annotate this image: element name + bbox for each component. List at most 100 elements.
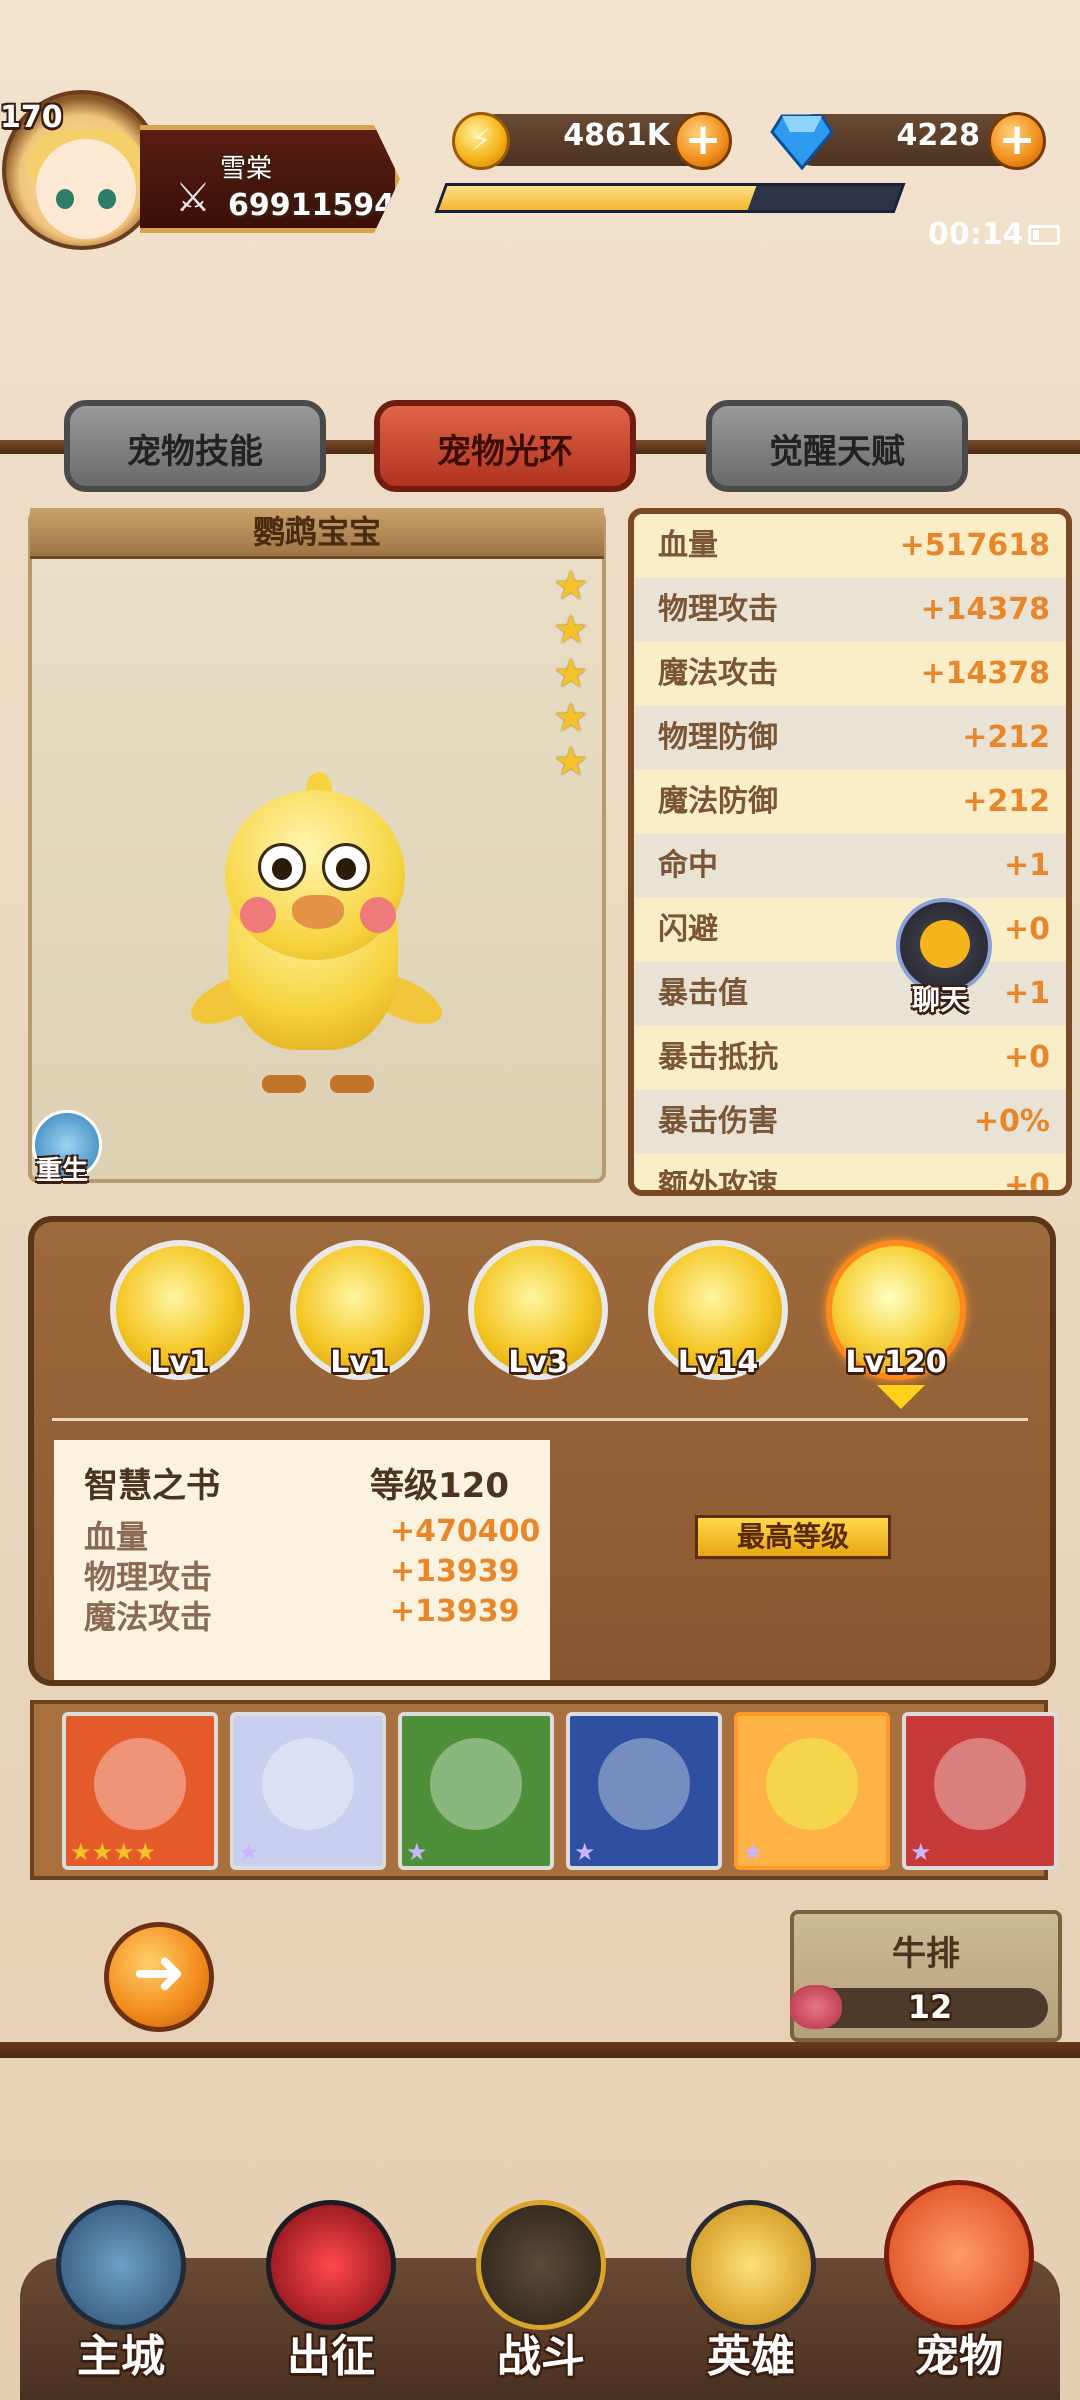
star-icon: ★ xyxy=(553,695,589,741)
pet-card-stars: ★★★★ xyxy=(70,1838,157,1866)
crossed-swords-icon: ⚔ xyxy=(175,175,211,221)
pet-card-stars: ★ xyxy=(238,1838,260,1866)
pet-card-stars: ★ xyxy=(742,1838,764,1866)
stat-value: +0 xyxy=(1003,1040,1050,1075)
red-gem-icon[interactable] xyxy=(266,2200,396,2330)
aura-stat-value: +13939 xyxy=(390,1594,520,1629)
stat-row: 闪避 +0 xyxy=(634,898,1066,962)
add-gold-button[interactable]: + xyxy=(674,112,732,170)
steak-label: 牛排 xyxy=(892,1934,960,1974)
panda-pet-card[interactable]: ★ xyxy=(398,1712,554,1870)
black-dragon-icon xyxy=(598,1738,690,1830)
stat-label: 物理防御 xyxy=(658,720,778,755)
nav-heroes[interactable]: 英雄 xyxy=(666,2320,836,2384)
back-button[interactable]: ➜ xyxy=(104,1922,214,2032)
castle-icon[interactable] xyxy=(56,2200,186,2330)
nav-expedition[interactable]: 出征 xyxy=(246,2320,416,2384)
avatar-eye-right xyxy=(98,189,116,209)
aura-stat-value: +13939 xyxy=(390,1554,520,1589)
white-cat-pet-card[interactable]: ★ xyxy=(230,1712,386,1870)
rebirth-label[interactable]: 重生 xyxy=(36,1150,88,1187)
avatar-eye-left xyxy=(56,189,74,209)
pet-card-stars: ★ xyxy=(406,1838,428,1866)
stat-row: 额外攻速 +0 xyxy=(634,1154,1066,1196)
stat-value: +0% xyxy=(973,1104,1050,1139)
chat-label[interactable]: 聊天 xyxy=(912,978,968,1018)
selected-aura-arrow-icon xyxy=(877,1385,925,1409)
stat-label: 暴击抵抗 xyxy=(658,1040,778,1075)
stat-label: 物理攻击 xyxy=(658,592,778,627)
stat-row: 暴击抵抗 +0 xyxy=(634,1026,1066,1090)
stat-row: 物理攻击 +14378 xyxy=(634,578,1066,642)
gold-amount: 4861K xyxy=(563,118,670,153)
stat-value: +0 xyxy=(1003,1168,1050,1196)
aura-level-text: 等级120 xyxy=(370,1466,509,1506)
aura-level: Lv1 xyxy=(150,1345,210,1380)
stat-value: +14378 xyxy=(920,656,1050,691)
diamond-icon xyxy=(770,114,834,170)
stat-row: 命中 +1 xyxy=(634,834,1066,898)
white-cat-icon xyxy=(262,1738,354,1830)
player-name: 雪棠 xyxy=(220,154,273,184)
stat-value: +517618 xyxy=(899,528,1050,563)
stat-value: +1 xyxy=(1003,976,1050,1011)
stat-label: 魔法防御 xyxy=(658,784,778,819)
pet-beak xyxy=(292,895,344,929)
bottom-divider xyxy=(0,2042,1080,2058)
tab-awaken-talent[interactable]: 觉醒天赋 xyxy=(706,400,968,492)
stat-row: 血量 +517618 xyxy=(634,514,1066,578)
aura-stat-label: 魔法攻击 xyxy=(84,1598,213,1636)
stat-label: 魔法攻击 xyxy=(658,656,778,691)
nav-main-city[interactable]: 主城 xyxy=(36,2320,206,2384)
stat-label: 命中 xyxy=(658,848,718,883)
star-icon: ★ xyxy=(553,607,589,653)
pet-foot-right xyxy=(330,1075,374,1093)
star-icon: ★ xyxy=(553,563,589,609)
yellow-chick-icon xyxy=(766,1738,858,1830)
clock: 00:14 xyxy=(928,217,1024,252)
tab-pet-skills[interactable]: 宠物技能 xyxy=(64,400,326,492)
yellow-chick-pet-card[interactable]: ★ xyxy=(734,1712,890,1870)
pet-model[interactable] xyxy=(225,790,405,960)
golden-helmet-icon[interactable] xyxy=(686,2200,816,2330)
stat-row: 物理防御 +212 xyxy=(634,706,1066,770)
stat-label: 额外攻速 xyxy=(658,1168,778,1196)
red-dragon-pet-card[interactable]: ★★★★ xyxy=(62,1712,218,1870)
combat-power: 69911594 xyxy=(228,188,395,223)
avatar-face xyxy=(36,139,136,239)
pet-pupil-right xyxy=(336,858,356,880)
stat-row: 魔法攻击 +14378 xyxy=(634,642,1066,706)
add-diamond-button[interactable]: + xyxy=(988,112,1046,170)
player-level: 170 xyxy=(0,100,63,135)
lion-cub-pet-card[interactable]: ★ xyxy=(902,1712,1058,1870)
tab-pet-aura[interactable]: 宠物光环 xyxy=(374,400,636,492)
max-level-button[interactable]: 最高等级 xyxy=(695,1515,891,1559)
nav-battle[interactable]: 战斗 xyxy=(456,2320,626,2384)
aura-name: 智慧之书 xyxy=(84,1466,220,1506)
stat-label: 暴击伤害 xyxy=(658,1104,778,1139)
red-dragon-icon xyxy=(94,1738,186,1830)
stat-row: 暴击值 +1 xyxy=(634,962,1066,1026)
gold-coin-icon: ⚡ xyxy=(452,112,510,170)
experience-bar xyxy=(434,183,906,213)
stat-label: 血量 xyxy=(658,528,718,563)
crossed-swords-shield-icon[interactable] xyxy=(476,2200,606,2330)
black-dragon-pet-card[interactable]: ★ xyxy=(566,1712,722,1870)
pet-pupil-left xyxy=(272,858,292,880)
stat-label: 闪避 xyxy=(658,912,718,947)
chat-bubble-icon xyxy=(920,920,970,968)
pet-cheek-left xyxy=(240,897,276,933)
stat-value: +0 xyxy=(1003,912,1050,947)
pet-foot-left xyxy=(262,1075,306,1093)
pet-card-stars: ★ xyxy=(574,1838,596,1866)
aura-level: Lv14 xyxy=(677,1345,759,1380)
pet-name: 鹦鹉宝宝 xyxy=(30,508,604,559)
steak-count: 12 xyxy=(907,1988,953,2026)
aura-stat-value: +470400 xyxy=(390,1514,541,1549)
aura-level: Lv120 xyxy=(845,1345,947,1380)
dragon-pet-icon[interactable] xyxy=(884,2180,1034,2330)
panda-icon xyxy=(430,1738,522,1830)
aura-level: Lv1 xyxy=(330,1345,390,1380)
diamond-amount: 4228 xyxy=(896,118,981,153)
nav-pets[interactable]: 宠物 xyxy=(874,2320,1044,2384)
